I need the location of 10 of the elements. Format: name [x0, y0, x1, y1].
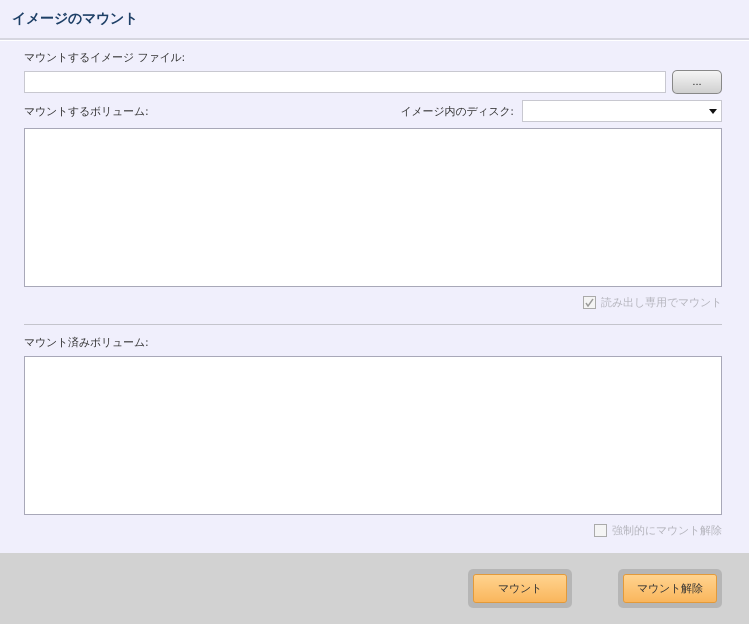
field-label: マウントするイメージ ファイル: — [24, 50, 186, 65]
window-title: イメージのマウント — [12, 10, 138, 28]
action-button[interactable]: マウント — [473, 574, 567, 603]
browse-button[interactable]: ... — [672, 70, 722, 94]
checkbox-label: 読み出し専用でマウント — [601, 295, 722, 310]
action-button[interactable]: マウント解除 — [623, 574, 717, 603]
checkbox-label: 強制的にマウント解除 — [612, 523, 722, 538]
field-label: マウントするボリューム: — [24, 104, 149, 118]
field-label: マウント済みボリューム: — [24, 335, 150, 350]
field-label: イメージ内のディスク: — [400, 104, 514, 118]
